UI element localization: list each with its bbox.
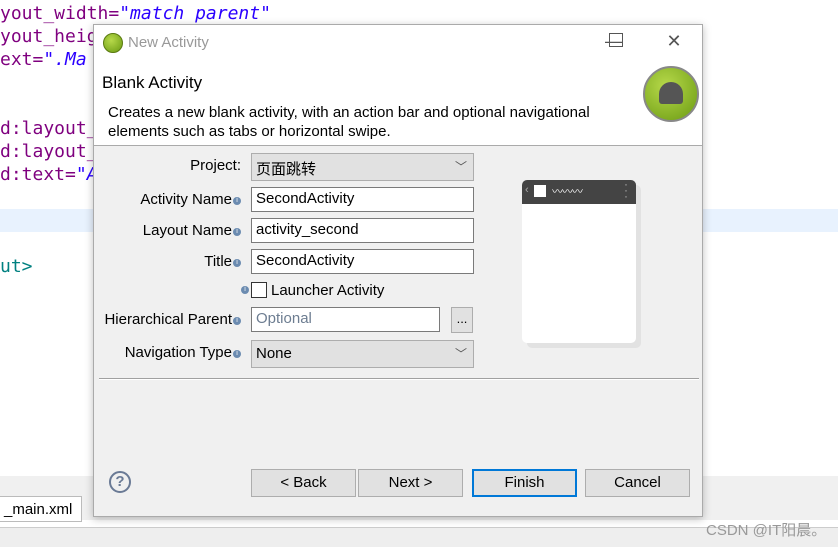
editor-tab[interactable]: _main.xml [0, 496, 82, 522]
chevron-down-icon: ﹀ [454, 160, 467, 174]
info-icon: i [233, 317, 241, 325]
maximize-icon[interactable] [609, 33, 623, 47]
project-select[interactable]: 页面跳转 ﹀ [251, 153, 474, 181]
new-activity-dialog: New Activity — ✕ Blank Activity Creates … [93, 24, 703, 517]
back-caret-icon: ‹ [525, 184, 529, 196]
chevron-down-icon: ﹀ [454, 347, 467, 361]
code-line: d:layout_ [0, 141, 98, 162]
page-title: Blank Activity [102, 73, 203, 92]
navigation-type-label: Navigation Type i [125, 344, 241, 361]
label-text: Activity Name [140, 191, 232, 208]
browse-button[interactable]: ... [451, 307, 473, 333]
title-input[interactable]: SecondActivity [251, 249, 474, 274]
code-line: ext=".Ma [0, 49, 87, 70]
label-text: Layout Name [142, 222, 232, 239]
info-icon: i [241, 286, 249, 294]
project-row: Project: 页面跳转 ﹀ [94, 153, 494, 181]
separator [99, 378, 699, 380]
code-line: d:text="A [0, 164, 98, 185]
finish-button[interactable]: Finish [472, 469, 577, 497]
preview-app-icon [534, 185, 546, 197]
wizard-header: Blank Activity Creates a new blank activ… [94, 61, 702, 146]
info-icon: i [233, 259, 241, 267]
project-label: Project: [190, 157, 241, 174]
hierarchical-parent-input[interactable]: Optional [251, 307, 440, 332]
label-text: Hierarchical Parent [104, 311, 232, 328]
cancel-button[interactable]: Cancel [585, 469, 690, 497]
page-description: Creates a new blank activity, with an ac… [108, 104, 590, 140]
info-icon: i [233, 228, 241, 236]
layout-name-row: Layout Name i activity_second [94, 218, 494, 243]
next-button[interactable]: Next > [358, 469, 463, 497]
navigation-type-value: None [256, 345, 292, 362]
label-text: Title [204, 253, 232, 270]
layout-name-input[interactable]: activity_second [251, 218, 474, 243]
hierarchical-parent-row: Hierarchical Parent i Optional ... [94, 307, 494, 333]
activity-name-label: Activity Name i [140, 191, 241, 208]
layout-name-label: Layout Name i [143, 222, 241, 239]
android-app-icon [103, 33, 123, 53]
help-icon[interactable]: ? [109, 471, 131, 493]
activity-preview: ‹ 〰〰〰 · · · [522, 180, 636, 343]
code-line: yout_width="match parent" [0, 3, 271, 24]
code-line: ut> [0, 256, 33, 277]
navigation-type-row: Navigation Type i None ﹀ [94, 340, 494, 368]
navigation-type-select[interactable]: None ﹀ [251, 340, 474, 368]
launcher-activity-label[interactable]: Launcher Activity [271, 282, 384, 299]
close-icon[interactable]: ✕ [662, 31, 686, 55]
code-line: yout_heig [0, 26, 98, 47]
android-logo-icon [643, 66, 699, 122]
info-icon: i [233, 197, 241, 205]
launcher-activity-checkbox[interactable] [251, 282, 267, 298]
activity-name-input[interactable]: SecondActivity [251, 187, 474, 212]
window-title: New Activity [128, 34, 209, 51]
preview-title-squiggle: 〰〰〰 [552, 186, 583, 198]
preview-action-bar: ‹ 〰〰〰 · · · [522, 180, 636, 204]
back-button[interactable]: < Back [251, 469, 356, 497]
hierarchical-parent-label: Hierarchical Parent i [104, 311, 241, 328]
title-bar: New Activity — ✕ [94, 25, 702, 61]
label-text: Navigation Type [124, 344, 232, 361]
watermark: CSDN @IT阳晨。 [706, 522, 827, 539]
title-label: Title i [204, 253, 241, 270]
overflow-menu-icon: · · · [624, 180, 628, 203]
title-row: Title i SecondActivity [94, 249, 494, 274]
activity-name-row: Activity Name i SecondActivity [94, 187, 494, 212]
info-icon: i [233, 350, 241, 358]
launcher-row: i Launcher Activity [94, 280, 494, 305]
code-line: d:layout_ [0, 118, 98, 139]
project-value: 页面跳转 [256, 161, 317, 178]
